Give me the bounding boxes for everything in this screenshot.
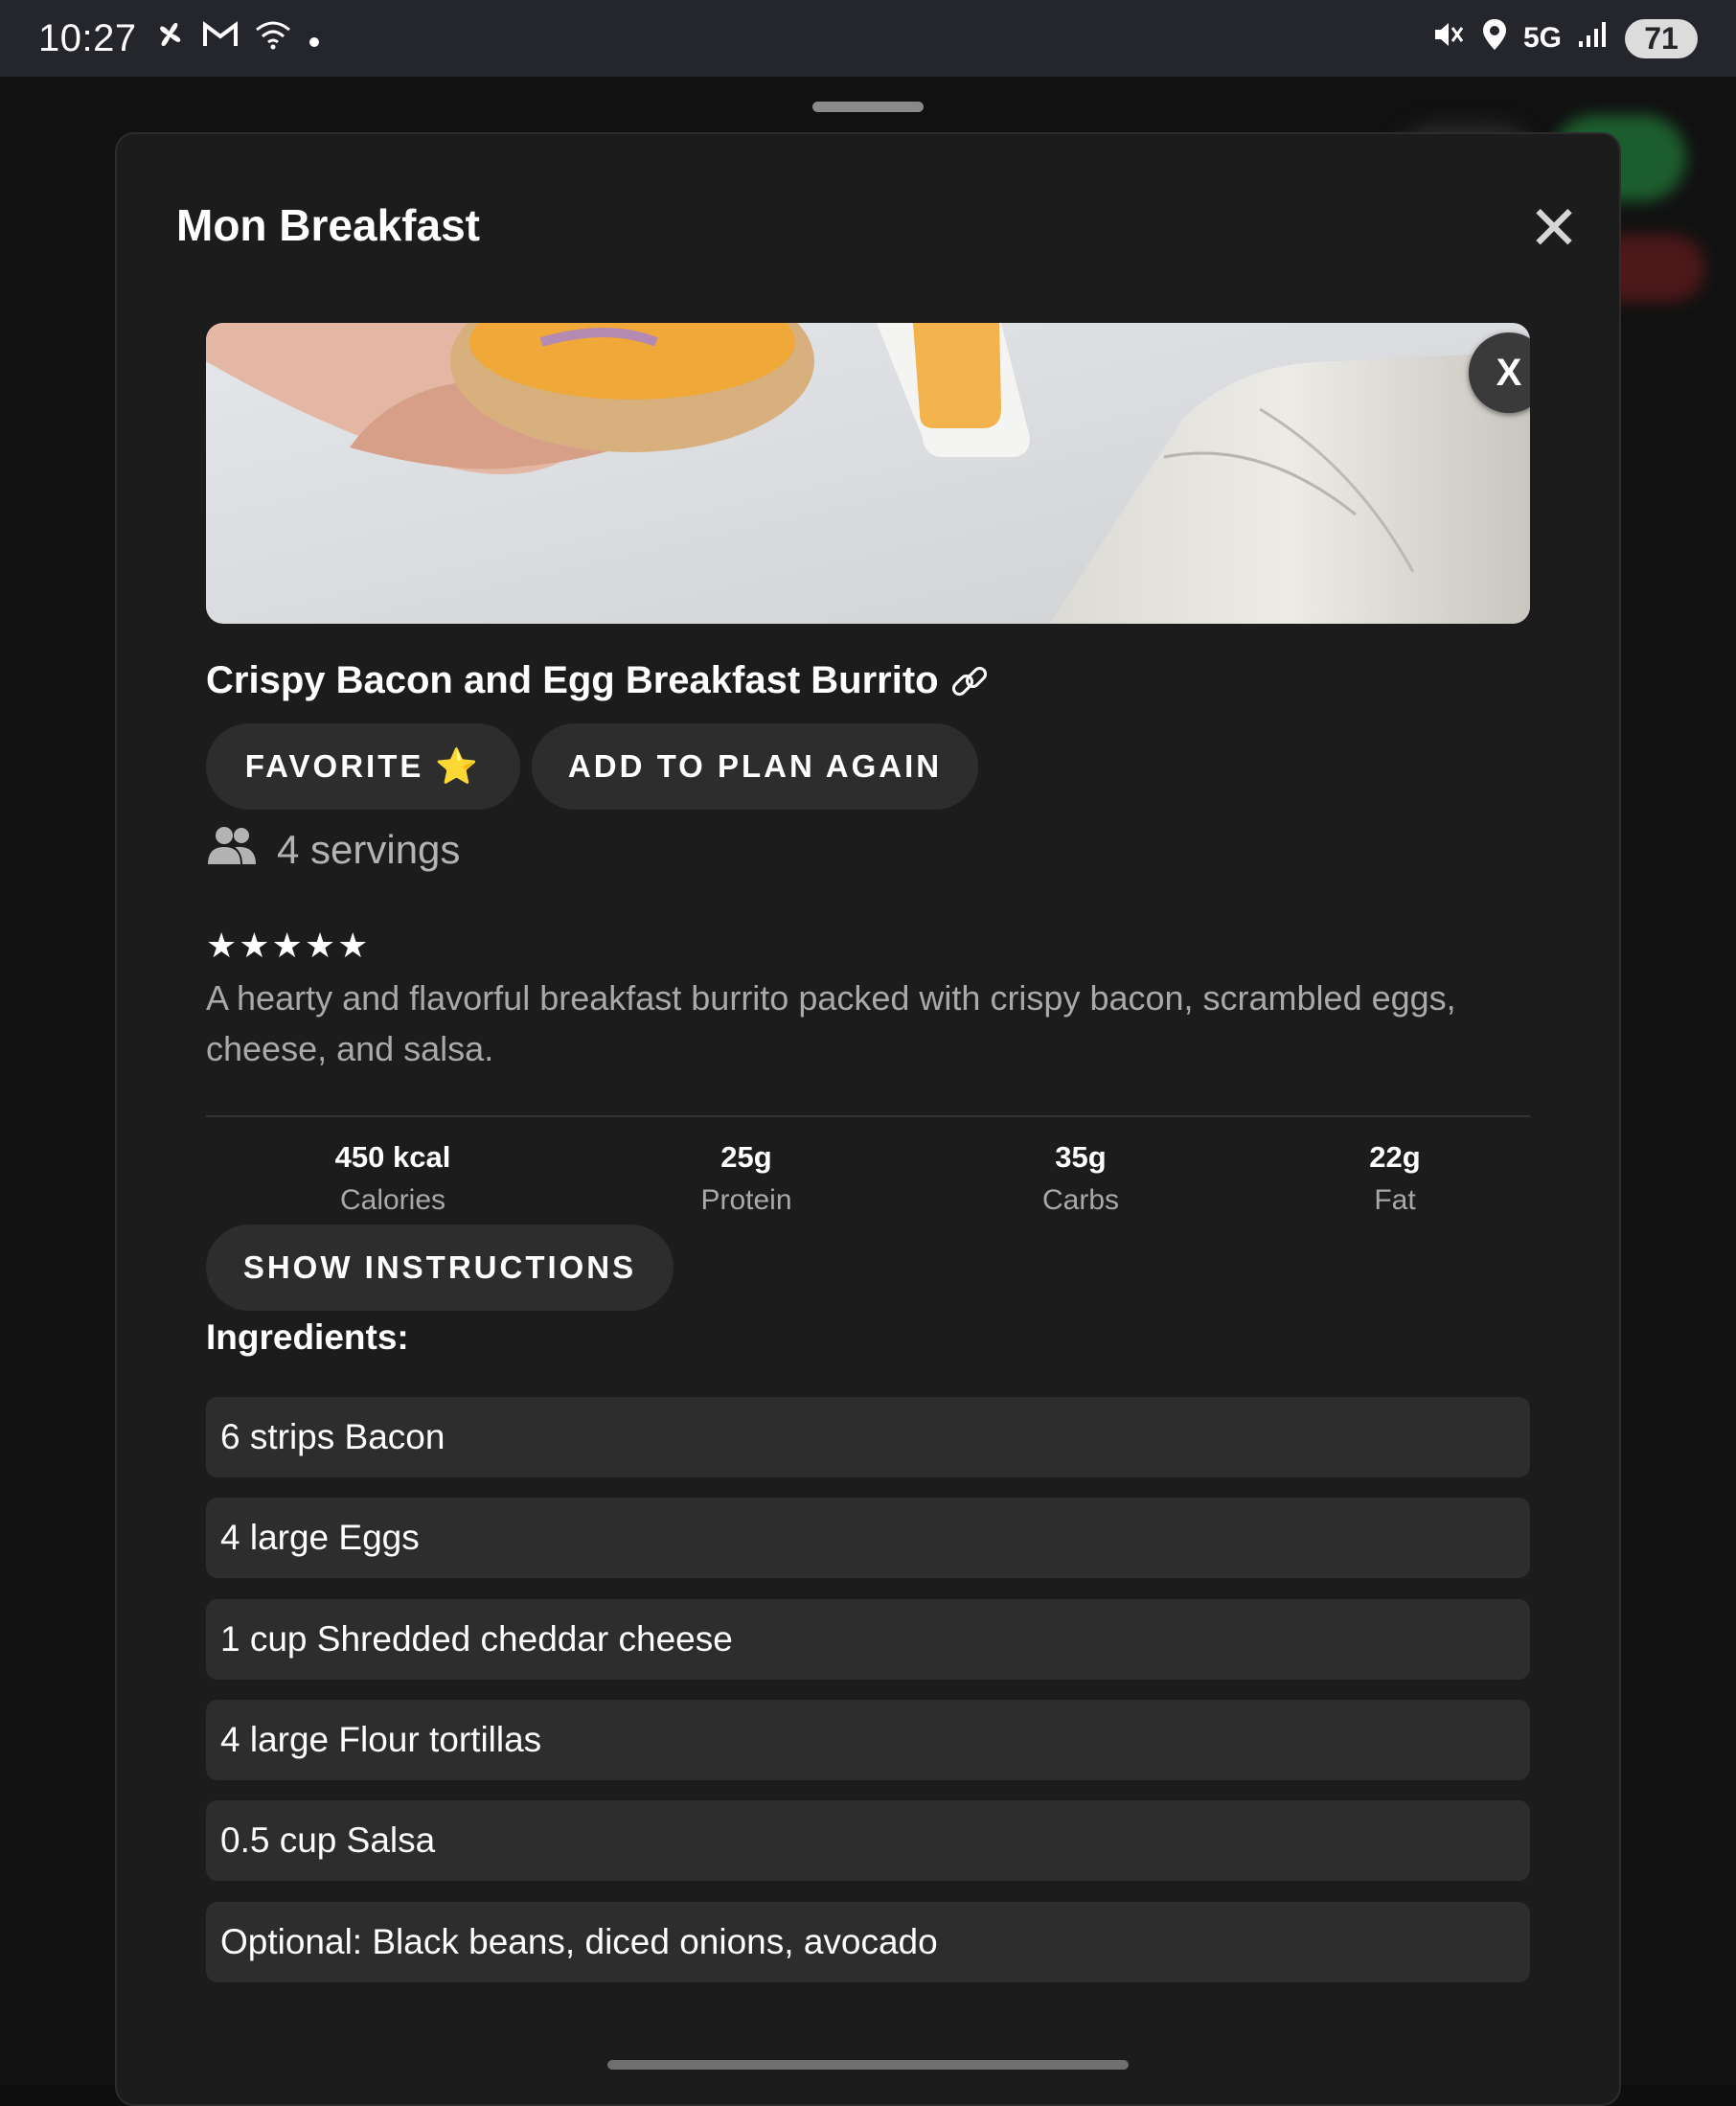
recipe-title: Crispy Bacon and Egg Breakfast Burrito	[206, 659, 939, 701]
dot-icon	[308, 20, 321, 57]
macro-protein: 25g Protein	[641, 1140, 852, 1217]
people-icon	[206, 824, 258, 876]
ingredient-item: 4 large Flour tortillas	[206, 1700, 1530, 1780]
sheet-title: Mon Breakfast	[176, 200, 480, 250]
show-instructions-button[interactable]: SHOW INSTRUCTIONS	[206, 1225, 674, 1311]
ingredient-item: 6 strips Bacon	[206, 1397, 1530, 1477]
ingredient-item: 0.5 cup Salsa	[206, 1800, 1530, 1881]
servings-text: 4 servings	[277, 827, 461, 872]
favorite-button[interactable]: FAVORITE ⭐	[206, 723, 520, 810]
macro-calories: 450 kcal Calories	[287, 1140, 498, 1217]
macro-label: Carbs	[1041, 1184, 1120, 1216]
rating-stars: ★★★★★	[206, 926, 371, 965]
status-time: 10:27	[38, 16, 137, 59]
macro-label: Fat	[1374, 1184, 1416, 1216]
macro-value: 35g	[1055, 1140, 1107, 1174]
macro-carbs: 35g Carbs	[975, 1140, 1186, 1217]
recipe-image-art	[206, 323, 1530, 624]
close-icon[interactable]: ✕	[1525, 197, 1583, 259]
macro-label: Calories	[339, 1184, 446, 1216]
status-bar-left: 10:27	[38, 17, 321, 60]
home-indicator[interactable]	[607, 2060, 1129, 2070]
status-bar: 10:27 5G 71	[0, 0, 1736, 77]
ingredients-heading: Ingredients:	[206, 1317, 409, 1357]
gmail-icon	[202, 19, 239, 58]
macro-fat: 22g Fat	[1290, 1140, 1500, 1217]
pinwheel-icon	[152, 17, 187, 60]
battery-indicator: 71	[1625, 18, 1698, 58]
mute-icon	[1431, 18, 1466, 59]
recipe-description: A hearty and flavorful breakfast burrito…	[206, 978, 1456, 1068]
status-bar-right: 5G 71	[1431, 17, 1698, 60]
link-icon[interactable]	[948, 660, 991, 702]
wifi-icon	[254, 18, 292, 59]
favorite-label: FAVORITE	[244, 748, 424, 784]
signal-icon	[1577, 20, 1610, 57]
ingredient-item: 4 large Eggs	[206, 1498, 1530, 1578]
meal-detail-sheet: Mon Breakfast ✕ X Crispy Bacon and Egg B…	[115, 132, 1621, 2106]
sheet-drag-handle[interactable]	[812, 102, 924, 112]
recipe-image: X	[206, 323, 1530, 624]
recipe-title-row: Crispy Bacon and Egg Breakfast Burrito	[206, 659, 991, 702]
5g-icon: 5G	[1522, 22, 1562, 54]
macro-value: 25g	[720, 1140, 772, 1174]
macro-value: 22g	[1369, 1140, 1421, 1174]
macro-label: Protein	[700, 1184, 792, 1216]
location-icon	[1481, 17, 1508, 60]
star-icon: ⭐	[435, 746, 482, 786]
divider	[206, 1115, 1530, 1117]
servings-row: 4 servings	[206, 824, 460, 876]
ingredient-item: 1 cup Shredded cheddar cheese	[206, 1599, 1530, 1680]
macro-value: 450 kcal	[334, 1140, 451, 1174]
add-to-plan-button[interactable]: ADD TO PLAN AGAIN	[532, 723, 978, 810]
ingredient-item: Optional: Black beans, diced onions, avo…	[206, 1902, 1530, 1982]
